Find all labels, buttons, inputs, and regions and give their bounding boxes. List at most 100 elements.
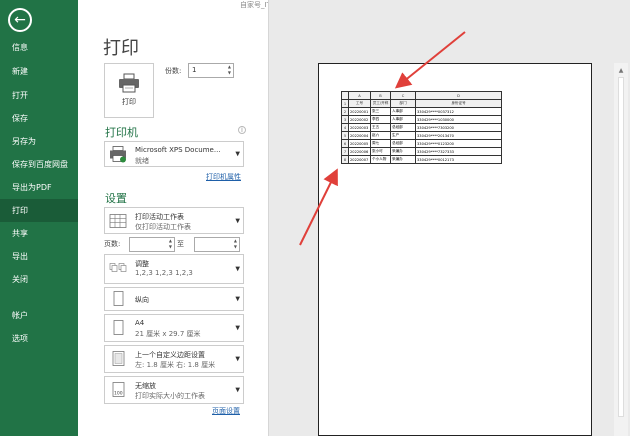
preview-sheet: A B C D 1 工号 员工/开称 部门 身份证号 2 20220001 张三… bbox=[341, 91, 502, 164]
scroll-up-icon[interactable]: ▲ bbox=[616, 67, 626, 75]
spin-down-icon[interactable]: ▼ bbox=[195, 244, 237, 250]
sidebar-item-options[interactable]: 选项 bbox=[0, 327, 78, 350]
scaling-desc: 打印实际大小的工作表 bbox=[135, 392, 205, 400]
spin-down-icon[interactable]: ▼ bbox=[228, 70, 231, 76]
orientation-select[interactable]: 纵向 ▼ bbox=[104, 287, 244, 311]
header-cell: 员工/开称 bbox=[370, 99, 391, 108]
printer-select[interactable]: Microsoft XPS Docume... 就绪 ▼ bbox=[104, 141, 244, 167]
table-cell: 张小可 bbox=[370, 147, 391, 156]
column-letter: C bbox=[390, 91, 416, 100]
margins-desc: 左: 1.8 厘米 右: 1.8 厘米 bbox=[135, 361, 216, 369]
table-row: 6 20220005 周七 总经部 330429****0123200 bbox=[341, 139, 502, 148]
scroll-track[interactable] bbox=[618, 77, 624, 417]
orientation-label: 纵向 bbox=[135, 296, 149, 304]
table-row: 4 20220003 王五 总经部 330429****7303200 bbox=[341, 123, 502, 132]
table-cell: 总经部 bbox=[390, 123, 416, 132]
margins-select[interactable]: 上一个自定义边距设置 左: 1.8 厘米 右: 1.8 厘米 ▼ bbox=[104, 345, 244, 373]
sidebar-item-open[interactable]: 打开 bbox=[0, 84, 78, 107]
sidebar-item-save[interactable]: 保存 bbox=[0, 107, 78, 130]
table-cell: 采编办 bbox=[390, 147, 416, 156]
sheet-grid-icon bbox=[109, 213, 127, 228]
collate-label: 调整 bbox=[135, 260, 149, 268]
pages-from-input[interactable]: ▲ ▼ bbox=[129, 237, 175, 252]
table-cell: 330429****2013470 bbox=[415, 131, 502, 140]
chevron-down-icon: ▼ bbox=[235, 295, 240, 303]
table-cell: 生产 bbox=[390, 131, 416, 140]
portrait-icon bbox=[113, 291, 124, 306]
chevron-down-icon: ▼ bbox=[235, 265, 240, 273]
settings-heading: 设置 bbox=[105, 192, 127, 205]
scaling-label: 无缩放 bbox=[135, 382, 156, 390]
print-button[interactable]: 打印 bbox=[104, 63, 154, 118]
pages-range: 页数: 至 bbox=[104, 239, 184, 249]
table-cell: 330429****1030000 bbox=[415, 115, 502, 124]
scaling-icon: 100 bbox=[112, 382, 125, 397]
spin-down-icon[interactable]: ▼ bbox=[130, 244, 172, 250]
table-cell: 总经部 bbox=[390, 139, 416, 148]
header-row: 1 工号 员工/开称 部门 身份证号 bbox=[341, 99, 502, 108]
table-cell: 赵六 bbox=[370, 131, 391, 140]
sidebar-item-export[interactable]: 导出 bbox=[0, 245, 78, 268]
sidebar-item-save-to-baidu[interactable]: 保存到百度网盘 bbox=[0, 153, 78, 176]
printer-status: 就绪 bbox=[135, 157, 149, 165]
row-number: 8 bbox=[341, 155, 349, 164]
paper-size-desc: 21 厘米 x 29.7 厘米 bbox=[135, 330, 201, 338]
table-cell: 330429****7327333 bbox=[415, 147, 502, 156]
sidebar-item-print[interactable]: 打印 bbox=[0, 199, 78, 222]
print-what-label: 打印活动工作表 bbox=[135, 213, 184, 221]
margins-label: 上一个自定义边距设置 bbox=[135, 351, 205, 359]
preview-scrollbar[interactable]: ▲ bbox=[614, 63, 628, 436]
chevron-down-icon: ▼ bbox=[235, 150, 240, 158]
collate-desc: 1,2,3 1,2,3 1,2,3 bbox=[135, 269, 193, 277]
sidebar-item-export-pdf[interactable]: 导出为PDF bbox=[0, 176, 78, 199]
row-number: 4 bbox=[341, 123, 349, 132]
paper-size-select[interactable]: A4 21 厘米 x 29.7 厘米 ▼ bbox=[104, 314, 244, 342]
printer-properties-link[interactable]: 打印机属性 bbox=[206, 172, 241, 182]
pages-to-input[interactable]: ▲ ▼ bbox=[194, 237, 240, 252]
sidebar-item-close[interactable]: 关闭 bbox=[0, 268, 78, 291]
margins-icon bbox=[112, 351, 125, 366]
chevron-down-icon: ▼ bbox=[235, 217, 240, 224]
scaling-select[interactable]: 100 无缩放 打印实际大小的工作表 ▼ bbox=[104, 376, 244, 404]
table-cell: 王五 bbox=[370, 123, 391, 132]
chevron-down-icon: ▼ bbox=[235, 324, 240, 332]
print-what-select[interactable]: 打印活动工作表 仅打印活动工作表 ▼ bbox=[104, 207, 244, 234]
table-cell: 20220005 bbox=[348, 139, 371, 148]
table-cell: 20220004 bbox=[348, 131, 371, 140]
copies-label: 份数: bbox=[165, 67, 182, 75]
pages-to-label: 至 bbox=[177, 240, 184, 248]
table-row: 2 20220001 张三 人事部 330429****0037312 bbox=[341, 107, 502, 116]
backstage-sidebar: ← 信息 新建 打开 保存 另存为 保存到百度网盘 导出为PDF 打印 共享 导… bbox=[0, 0, 78, 436]
header-cell: 身份证号 bbox=[415, 99, 502, 108]
back-arrow-icon[interactable]: ← bbox=[8, 8, 32, 32]
column-letter: A bbox=[348, 91, 371, 100]
page-setup-link[interactable]: 页面设置 bbox=[212, 406, 240, 416]
row-number: 3 bbox=[341, 115, 349, 124]
table-row: 8 20220007 个小人物 采编办 330429****0012173 bbox=[341, 155, 502, 164]
copies-spinner[interactable]: ▲ ▼ bbox=[228, 64, 231, 76]
sidebar-item-share[interactable]: 共享 bbox=[0, 222, 78, 245]
paper-icon bbox=[113, 320, 124, 335]
sidebar-item-save-as[interactable]: 另存为 bbox=[0, 130, 78, 153]
table-cell: 20220001 bbox=[348, 107, 371, 116]
collate-select[interactable]: 调整 1,2,3 1,2,3 1,2,3 ▼ bbox=[104, 254, 244, 284]
page-title: 打印 bbox=[103, 38, 139, 59]
column-letter: B bbox=[370, 91, 391, 100]
table-cell: 20220006 bbox=[348, 147, 371, 156]
table-row: 5 20220004 赵六 生产 330429****2013470 bbox=[341, 131, 502, 140]
info-icon[interactable]: i bbox=[238, 126, 246, 134]
pages-label: 页数: bbox=[104, 240, 121, 248]
printer-name: Microsoft XPS Docume... bbox=[135, 146, 221, 154]
copies-input[interactable]: 1 ▲ ▼ bbox=[188, 63, 234, 78]
chevron-down-icon: ▼ bbox=[235, 386, 240, 394]
sidebar-item-new[interactable]: 新建 bbox=[0, 60, 78, 83]
table-cell: 20220003 bbox=[348, 123, 371, 132]
table-row: 3 20220002 李四 人事部 330429****1030000 bbox=[341, 115, 502, 124]
column-letter: D bbox=[415, 91, 502, 100]
row-number: 7 bbox=[341, 147, 349, 156]
sidebar-item-account[interactable]: 帐户 bbox=[0, 304, 78, 327]
chevron-down-icon: ▼ bbox=[235, 355, 240, 363]
sidebar-item-info[interactable]: 信息 bbox=[0, 36, 78, 59]
table-cell: 330429****0012173 bbox=[415, 155, 502, 164]
table-cell: 采编办 bbox=[390, 155, 416, 164]
